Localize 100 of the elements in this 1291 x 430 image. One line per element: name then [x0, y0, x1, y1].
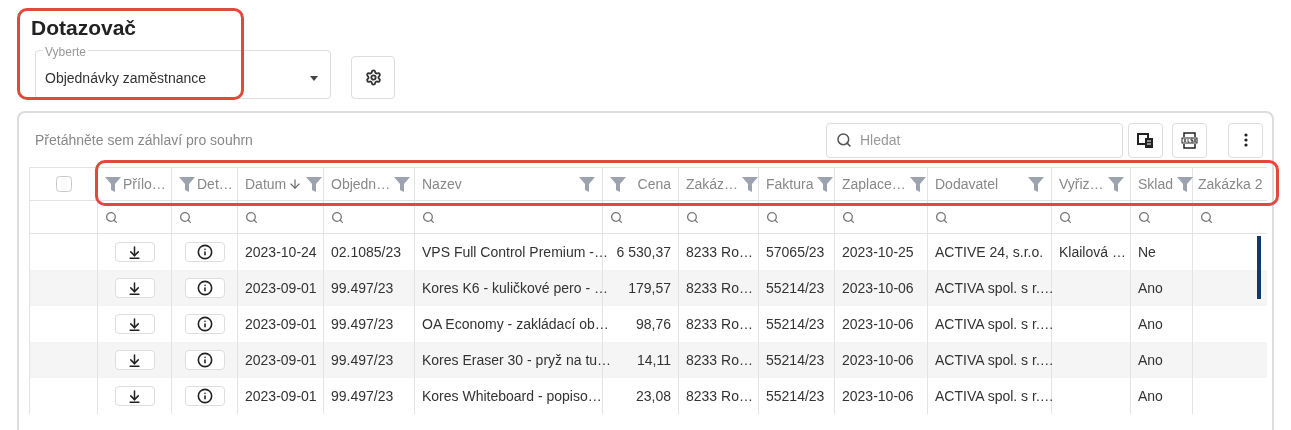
filter-search-icon[interactable]: [105, 210, 118, 224]
select-all-checkbox[interactable]: [55, 176, 72, 192]
search-field[interactable]: Hledat: [826, 122, 1123, 158]
filter-search-icon[interactable]: [766, 210, 779, 224]
filter-icon[interactable]: [1177, 176, 1194, 192]
column-header[interactable]: Objedn…: [324, 168, 415, 200]
table-cell-text: Ano: [1138, 386, 1163, 406]
column-header[interactable]: Faktura: [759, 168, 835, 200]
table-cell-text: Ne: [1138, 242, 1156, 262]
table-cell-text: 2023-10-06: [842, 386, 914, 406]
column-label: Det…: [197, 174, 233, 194]
column-header[interactable]: Det…: [172, 168, 238, 200]
select-value: Objednávky zaměstnance: [45, 69, 207, 88]
export-xlsx-button[interactable]: [1172, 122, 1207, 158]
column-header[interactable]: Cena: [603, 168, 679, 200]
download-button[interactable]: [114, 386, 155, 406]
page-title: Dotazovač: [31, 15, 138, 41]
filter-search-icon[interactable]: [1138, 210, 1151, 224]
filter-icon[interactable]: [579, 176, 595, 192]
column-header[interactable]: Sklad: [1131, 168, 1193, 200]
table-cell-text: 99.497/23: [331, 278, 394, 298]
filter-icon[interactable]: [179, 176, 195, 192]
column-header[interactable]: Vyřiz…: [1052, 168, 1131, 200]
filter-search-icon[interactable]: [422, 210, 435, 224]
filter-icon[interactable]: [105, 176, 121, 192]
table-cell-text: Kores Whiteboard - popiso…: [422, 386, 602, 406]
filter-search-icon[interactable]: [842, 210, 855, 224]
column-header[interactable]: Zakázka 2: [1193, 168, 1267, 200]
filter-icon[interactable]: [909, 176, 926, 192]
download-button[interactable]: [114, 242, 155, 262]
more-icon: [1243, 133, 1248, 147]
filter-search-icon[interactable]: [331, 210, 344, 224]
download-icon: [127, 352, 142, 368]
info-icon: [196, 352, 213, 368]
table-cell-text: 8233 Ro…: [686, 278, 753, 298]
download-icon: [127, 244, 142, 260]
download-button[interactable]: [114, 278, 155, 298]
download-button[interactable]: [114, 314, 155, 334]
group-panel-hint: Přetáhněte sem záhlaví pro souhrn: [35, 130, 254, 150]
table-cell-text: 55214/23: [766, 350, 825, 370]
table-cell-text: 8233 Ro…: [686, 242, 753, 262]
column-header[interactable]: Zakáz…: [679, 168, 759, 200]
detail-button[interactable]: [184, 350, 225, 370]
column-label: Faktura: [766, 174, 814, 194]
table-cell-text: 2023-09-01: [245, 350, 317, 370]
table-cell-text: 2023-10-06: [842, 350, 914, 370]
filter-search-icon[interactable]: [1200, 210, 1213, 224]
detail-button[interactable]: [184, 278, 225, 298]
column-label: Objedn…: [331, 174, 391, 194]
filter-icon[interactable]: [394, 176, 411, 192]
download-button[interactable]: [114, 350, 155, 370]
filter-icon[interactable]: [1028, 176, 1044, 192]
more-button[interactable]: [1228, 122, 1263, 158]
column-header[interactable]: Dodavatel: [928, 168, 1052, 200]
table-cell-text: 99.497/23: [331, 350, 394, 370]
table-cell-text: 23,08: [635, 386, 671, 406]
filter-search-icon[interactable]: [245, 210, 258, 224]
filter-icon[interactable]: [817, 176, 834, 192]
table-cell-text: 57065/23: [766, 242, 825, 262]
filter-search-icon[interactable]: [1059, 210, 1072, 224]
table-cell-text: 55214/23: [766, 278, 825, 298]
table-cell-text: 8233 Ro…: [686, 386, 753, 406]
column-header[interactable]: Nazev: [415, 168, 603, 200]
table-cell-text: 2023-09-01: [245, 386, 317, 406]
column-label: Datum: [245, 174, 287, 194]
table-cell-text: 55214/23: [766, 386, 825, 406]
filter-icon[interactable]: [610, 176, 626, 192]
filter-search-icon[interactable]: [610, 210, 623, 224]
table-cell-text: Ano: [1138, 278, 1163, 298]
download-icon: [127, 316, 142, 332]
info-icon: [196, 280, 213, 296]
column-label: Zaplace…: [842, 174, 906, 194]
column-chooser-button[interactable]: [1128, 122, 1163, 158]
table-cell-text: Kores Eraser 30 - pryž na tu…: [422, 350, 612, 370]
column-header[interactable]: Datum: [238, 168, 324, 200]
table-cell-text: 98,76: [635, 314, 671, 334]
filter-search-icon[interactable]: [686, 210, 699, 224]
settings-button[interactable]: [351, 56, 395, 99]
table-cell-text: 99.497/23: [331, 386, 394, 406]
column-header[interactable]: Přílo…: [98, 168, 172, 200]
column-label: Zakáz…: [686, 174, 739, 194]
filter-search-icon[interactable]: [179, 210, 192, 224]
column-label: Zakázka 2: [1198, 174, 1263, 194]
column-label: Cena: [637, 174, 671, 194]
filter-search-icon[interactable]: [935, 210, 948, 224]
column-header[interactable]: Zaplace…: [835, 168, 928, 200]
table-cell-text: ACTIVA spol. s r.…: [935, 314, 1054, 334]
table-cell-text: ACTIVA spol. s r.…: [935, 386, 1054, 406]
detail-button[interactable]: [184, 314, 225, 334]
table-cell-text: Ano: [1138, 314, 1163, 334]
table-cell-text: VPS Full Control Premium -…: [422, 242, 608, 262]
filter-icon[interactable]: [306, 176, 323, 192]
table-cell-text: 2023-10-06: [842, 314, 914, 334]
table-cell-text: 2023-10-06: [842, 278, 914, 298]
table-cell-text: 2023-09-01: [245, 314, 317, 334]
filter-icon[interactable]: [742, 176, 759, 192]
detail-button[interactable]: [184, 242, 225, 262]
filter-icon[interactable]: [1107, 176, 1124, 192]
detail-button[interactable]: [184, 386, 225, 406]
search-icon: [836, 131, 852, 148]
